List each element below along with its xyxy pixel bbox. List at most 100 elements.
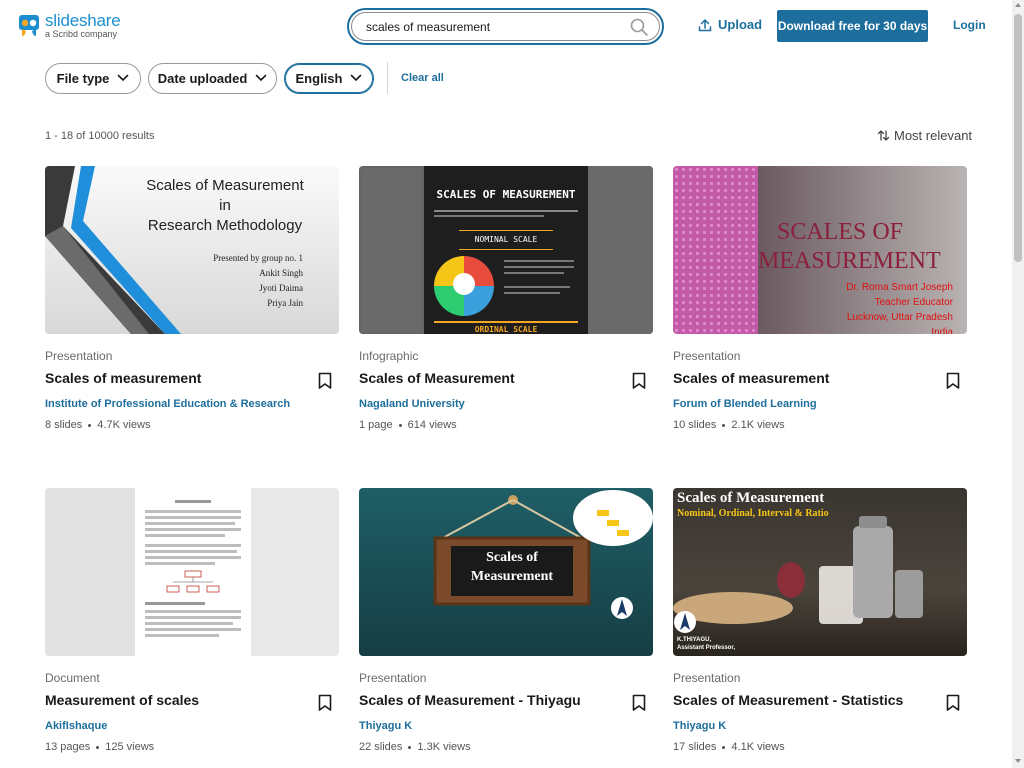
search-icon[interactable] <box>629 17 649 37</box>
thumb-rule <box>504 286 570 288</box>
language-label: English <box>295 70 343 86</box>
card-title[interactable]: Scales of Measurement - Thiyagu <box>359 692 581 708</box>
date-uploaded-label: Date uploaded <box>157 70 248 86</box>
scroll-down-arrow-icon[interactable] <box>1015 759 1021 763</box>
card-meta: 1 page 614 views <box>359 419 457 431</box>
card-title[interactable]: Scales of Measurement <box>359 370 515 386</box>
bookmark-icon[interactable] <box>318 372 332 390</box>
sort-dropdown[interactable]: Most relevant <box>877 128 972 143</box>
scrollbar-thumb[interactable] <box>1014 14 1022 262</box>
card-author[interactable]: AkifIshaque <box>45 720 107 732</box>
thumb-title: SCALES OF MEASUREMENT <box>436 188 576 201</box>
card-meta: 13 pages 125 views <box>45 741 154 753</box>
card-type: Infographic <box>359 349 419 363</box>
card-thumbnail[interactable]: Scales of Measurement Nominal, Ordinal, … <box>673 488 967 656</box>
search-input[interactable] <box>366 19 629 34</box>
result-card[interactable]: Document Measurement of scales AkifIshaq… <box>45 488 339 753</box>
result-card[interactable]: SCALES OF MEASUREMENT NOMINAL SCALE ORDI… <box>359 166 653 431</box>
card-thumbnail[interactable]: SCALES OF MEASUREMENT NOMINAL SCALE ORDI… <box>359 166 653 334</box>
card-views: 125 views <box>105 741 155 753</box>
thumb-rule <box>434 321 578 323</box>
doc-line <box>145 556 241 559</box>
doc-line <box>145 516 241 519</box>
card-author[interactable]: Thiyagu K <box>359 720 412 732</box>
thumb-line: K.THIYAGU, <box>677 637 712 643</box>
search-box <box>351 12 660 41</box>
card-meta: 22 slides 1.3K views <box>359 741 471 753</box>
separator-dot <box>96 745 100 749</box>
card-title[interactable]: Scales of measurement <box>45 370 201 386</box>
card-author[interactable]: Institute of Professional Education & Re… <box>45 398 290 410</box>
file-type-label: File type <box>56 70 110 86</box>
card-title[interactable]: Measurement of scales <box>45 692 199 708</box>
thumb-line: India <box>931 327 953 334</box>
thumb-bottom-label: ORDINAL SCALE <box>474 325 538 334</box>
thumb-line: Dr. Roma Smart Joseph <box>846 282 953 293</box>
blur-side <box>588 166 653 334</box>
thumb-rule <box>434 215 544 217</box>
chevron-down-icon <box>351 74 362 82</box>
card-thumbnail[interactable]: SCALES OF MEASUREMENT Dr. Roma Smart Jos… <box>673 166 967 334</box>
card-views: 2.1K views <box>731 419 785 431</box>
result-card[interactable]: SCALES OF MEASUREMENT Dr. Roma Smart Jos… <box>673 166 967 431</box>
thumb-rule <box>504 292 560 294</box>
bookmark-icon[interactable] <box>632 372 646 390</box>
pie-illustration <box>434 256 494 316</box>
card-meta: 17 slides 4.1K views <box>673 741 785 753</box>
card-thumbnail[interactable]: Scales of Measurement <box>359 488 653 656</box>
result-card[interactable]: Scales of Measurement Presentation Scale… <box>359 488 653 753</box>
card-type: Presentation <box>359 671 427 685</box>
card-size: 8 slides <box>45 419 83 431</box>
page-scrollbar[interactable] <box>1012 0 1024 768</box>
upload-label: Upload <box>718 17 763 32</box>
result-card[interactable]: Scales of Measurement in Research Method… <box>45 166 339 431</box>
card-title[interactable]: Scales of Measurement - Statistics <box>673 692 903 708</box>
blur-side <box>45 488 135 656</box>
upload-link[interactable]: Upload <box>698 17 762 32</box>
download-free-button[interactable]: Download free for 30 days <box>777 10 928 42</box>
file-type-filter[interactable]: File type <box>45 62 141 94</box>
date-uploaded-filter[interactable]: Date uploaded <box>148 62 277 94</box>
bookmark-icon[interactable] <box>946 372 960 390</box>
thumb-line: Jyoti Daima <box>259 283 303 293</box>
card-author[interactable]: Thiyagu K <box>673 720 726 732</box>
card-views: 4.7K views <box>97 419 151 431</box>
separator-dot <box>88 423 92 427</box>
thumb-line: Measurement <box>470 569 554 584</box>
card-author[interactable]: Nagaland University <box>359 398 465 410</box>
thumb-line: Scales of Measurement <box>146 177 304 194</box>
thumb-line: Teacher Educator <box>874 297 953 308</box>
card-meta: 8 slides 4.7K views <box>45 419 151 431</box>
card-title[interactable]: Scales of measurement <box>673 370 829 386</box>
language-filter[interactable]: English <box>284 62 374 94</box>
doc-line <box>145 622 233 625</box>
card-thumbnail[interactable] <box>45 488 339 656</box>
card-type: Presentation <box>673 671 741 685</box>
slideshare-logo-icon <box>19 15 39 36</box>
pattern-strip <box>673 166 758 334</box>
doc-line <box>145 610 241 613</box>
thumb-line: Priya Jain <box>267 298 303 308</box>
doc-line <box>145 602 205 605</box>
thumb-author-block: K.THIYAGU, Assistant Professor, <box>677 636 735 652</box>
separator-dot <box>408 745 412 749</box>
bookmark-icon[interactable] <box>946 694 960 712</box>
card-author[interactable]: Forum of Blended Learning <box>673 398 817 410</box>
slideshare-logo[interactable]: slideshare a Scribd company <box>18 12 121 40</box>
thumb-line: Lucknow, Uttar Pradesh <box>846 312 953 323</box>
doc-line <box>145 544 241 547</box>
bookmark-icon[interactable] <box>318 694 332 712</box>
clear-all-button[interactable]: Clear all <box>401 72 444 84</box>
bookmark-icon[interactable] <box>632 694 646 712</box>
doc-line <box>175 500 211 503</box>
chevron-down-icon <box>118 74 129 82</box>
separator-dot <box>398 423 402 427</box>
scroll-up-arrow-icon[interactable] <box>1015 3 1021 7</box>
card-thumbnail[interactable]: Scales of Measurement in Research Method… <box>45 166 339 334</box>
thumb-rule <box>504 272 564 274</box>
document-page <box>135 488 251 656</box>
thumb-line: MEASUREMENT <box>758 248 941 274</box>
result-card[interactable]: Scales of Measurement Nominal, Ordinal, … <box>673 488 967 753</box>
login-link[interactable]: Login <box>953 18 986 32</box>
doc-diagram <box>166 570 220 593</box>
